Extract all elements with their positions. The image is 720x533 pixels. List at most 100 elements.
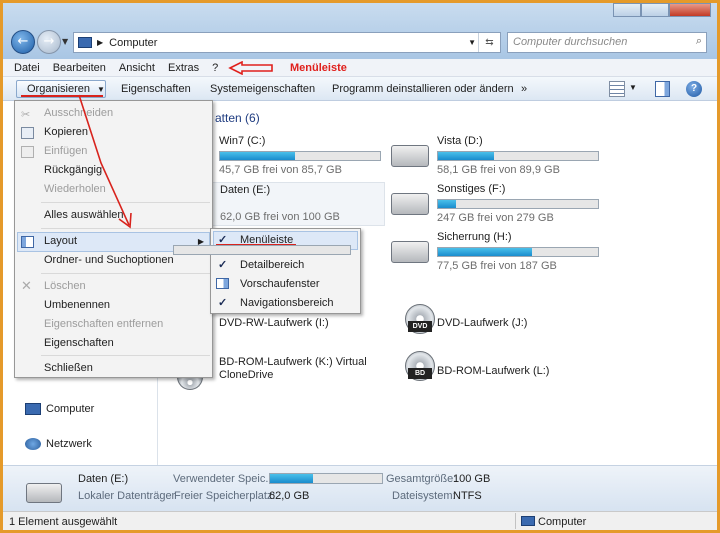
minimize-button[interactable] <box>613 3 641 17</box>
check-icon: ✓ <box>218 297 228 309</box>
annotation-arrow-icon <box>228 61 273 75</box>
drive-name: Vista (D:) <box>437 135 483 147</box>
drive-usage-bar <box>437 151 599 161</box>
details-fs-label: Dateisystem: <box>392 490 456 502</box>
view-options-icon[interactable] <box>609 81 625 97</box>
nav-item-computer[interactable]: Computer <box>25 403 94 415</box>
drive-f[interactable]: Sonstiges (F:) 247 GB frei von 279 GB <box>391 183 601 227</box>
title-bar: ← → ▼ ▶ Computer ▼ ⇆ Computer durchsuche… <box>3 3 717 59</box>
maximize-button[interactable] <box>641 3 669 17</box>
details-fs-value: NTFS <box>453 490 482 502</box>
annotation-label: Menüleiste <box>290 62 347 74</box>
menu-item-layout[interactable]: Layout <box>44 235 77 247</box>
drive-usage-bar <box>437 247 599 257</box>
details-free-value: 62,0 GB <box>269 490 310 502</box>
uninstall-program-button[interactable]: Programm deinstallieren oder ändern <box>332 83 514 95</box>
menu-help[interactable]: ? <box>212 62 218 74</box>
system-properties-button[interactable]: Systemeigenschaften <box>210 83 315 95</box>
menu-item-remove-properties[interactable]: Eigenschaften entfernen <box>44 318 163 330</box>
cut-icon: ✂ <box>21 109 31 121</box>
drive-usage-bar <box>173 245 351 255</box>
drive-name: DVD-Laufwerk (J:) <box>437 317 528 329</box>
more-commands-button[interactable]: » <box>521 83 527 95</box>
nav-item-label: Computer <box>46 403 95 415</box>
menu-item-rename[interactable]: Umbenennen <box>44 299 110 311</box>
hard-drive-icon <box>391 241 429 263</box>
details-total-value: 100 GB <box>453 473 491 485</box>
menu-bearbeiten[interactable]: Bearbeiten <box>53 62 106 74</box>
details-pane: Daten (E:) Lokaler Datenträger Verwendet… <box>3 465 717 511</box>
menu-item-close[interactable]: Schließen <box>44 362 93 374</box>
back-button[interactable]: ← <box>11 30 35 54</box>
drive-free-space: 45,7 GB frei von 85,7 GB <box>219 164 342 176</box>
drive-usage-bar <box>437 199 599 209</box>
menu-ansicht[interactable]: Ansicht <box>119 62 155 74</box>
nav-item-label: Netzwerk <box>46 438 92 450</box>
hard-drive-icon <box>391 145 429 167</box>
layout-icon <box>21 236 34 248</box>
address-dropdown-icon[interactable]: ▼ <box>468 38 476 47</box>
paste-icon <box>21 146 34 158</box>
drive-name: Sonstiges (F:) <box>437 183 506 195</box>
drive-d[interactable]: Vista (D:) 58,1 GB frei von 89,9 GB <box>391 135 601 179</box>
search-placeholder: Computer durchsuchen <box>513 36 628 48</box>
explorer-window: ← → ▼ ▶ Computer ▼ ⇆ Computer durchsuche… <box>0 0 720 533</box>
menu-item-delete[interactable]: Löschen <box>44 280 86 292</box>
details-usage-bar <box>269 473 383 484</box>
hard-drive-icon <box>391 193 429 215</box>
view-dropdown-icon[interactable]: ▼ <box>629 83 637 99</box>
address-location[interactable]: Computer <box>109 37 157 49</box>
drive-name: Sicherrung (H:) <box>437 231 512 243</box>
details-free-label: Freier Speicherplatz: <box>174 490 276 502</box>
bd-drive-icon <box>177 376 203 390</box>
details-total-label: Gesamtgröße: <box>386 473 457 485</box>
drive-name: BD-ROM-Laufwerk (K:) Virtual <box>219 356 367 368</box>
history-dropdown-icon[interactable]: ▼ <box>62 37 68 46</box>
network-icon <box>25 438 41 450</box>
details-used-label: Verwendeter Speic... <box>173 473 275 485</box>
bd-tag: BD <box>408 368 432 379</box>
drive-name: Win7 (C:) <box>219 135 266 147</box>
menu-extras[interactable]: Extras <box>168 62 199 74</box>
drive-name: BD-ROM-Laufwerk (L:) <box>437 365 550 377</box>
status-bar: 1 Element ausgewählt Computer <box>3 511 717 530</box>
search-input[interactable]: Computer durchsuchen ⌕ <box>507 32 707 53</box>
drive-name-line2: CloneDrive <box>219 369 274 381</box>
breadcrumb-chevron-icon[interactable]: ▶ <box>97 38 103 47</box>
status-divider <box>515 513 516 529</box>
computer-icon <box>25 403 41 415</box>
group-title: atten (6) <box>215 111 260 125</box>
submenu-item-navigation-pane[interactable]: Navigationsbereich <box>240 297 334 309</box>
hard-drive-icon <box>26 483 62 503</box>
menu-item-properties[interactable]: Eigenschaften <box>44 337 114 349</box>
check-icon: ✓ <box>218 259 228 271</box>
refresh-icon[interactable]: ⇆ <box>478 33 500 52</box>
address-bar[interactable]: ▶ Computer ▼ ⇆ <box>73 32 501 53</box>
details-name: Daten (E:) <box>78 473 129 485</box>
drive-g-partial[interactable] <box>173 181 383 255</box>
delete-icon: ✕ <box>21 278 32 293</box>
dvd-tag: DVD <box>408 321 432 332</box>
nav-item-network[interactable]: Netzwerk <box>25 438 92 450</box>
submenu-item-preview-pane[interactable]: Vorschaufenster <box>240 278 320 290</box>
drive-free-space: 77,5 GB frei von 187 GB <box>437 260 557 272</box>
copy-icon <box>21 127 34 139</box>
computer-icon <box>78 37 92 48</box>
drive-name: DVD-RW-Laufwerk (I:) <box>219 317 329 329</box>
close-button[interactable] <box>669 3 711 17</box>
computer-icon <box>521 516 535 526</box>
menu-item-folder-options[interactable]: Ordner- und Suchoptionen <box>44 254 174 266</box>
help-icon[interactable]: ? <box>686 81 702 97</box>
drive-usage-bar <box>219 151 381 161</box>
search-icon[interactable]: ⌕ <box>696 35 702 48</box>
menu-datei[interactable]: Datei <box>14 62 40 74</box>
status-location: Computer <box>538 516 587 528</box>
preview-pane-icon[interactable] <box>655 81 670 97</box>
window-controls <box>613 3 711 17</box>
annotation-arrow-icon <box>78 94 132 229</box>
forward-button[interactable]: → <box>37 30 61 54</box>
drive-h[interactable]: Sicherrung (H:) 77,5 GB frei von 187 GB <box>391 231 601 275</box>
details-type: Lokaler Datenträger <box>78 490 176 502</box>
submenu-item-details-pane[interactable]: Detailbereich <box>240 259 304 271</box>
preview-pane-icon <box>216 278 229 289</box>
